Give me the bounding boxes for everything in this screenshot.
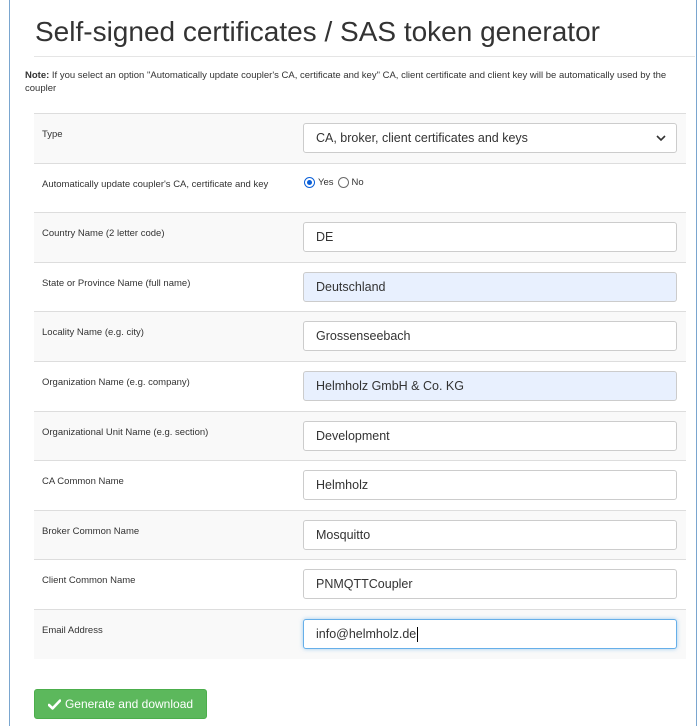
form-row-ca-cn: CA Common Name Helmholz bbox=[34, 460, 686, 510]
email-input-value: info@helmholz.de bbox=[316, 626, 417, 641]
form-row-country: Country Name (2 letter code) DE bbox=[34, 212, 686, 262]
note-label: Note: bbox=[25, 70, 50, 81]
organization-input[interactable]: Helmholz GmbH & Co. KG bbox=[303, 370, 677, 401]
country-label: Country Name (2 letter code) bbox=[42, 228, 165, 240]
generate-and-download-button[interactable]: Generate and download bbox=[34, 689, 207, 719]
locality-label: Locality Name (e.g. city) bbox=[42, 327, 144, 339]
type-select[interactable]: CA, broker, client certificates and keys bbox=[303, 123, 677, 153]
client-common-name-input[interactable]: PNMQTTCoupler bbox=[303, 569, 677, 600]
auto-update-radio-group: Yes No bbox=[304, 176, 364, 188]
form-row-state: State or Province Name (full name) Deuts… bbox=[34, 261, 686, 312]
form-row-organization: Organization Name (e.g. company) Helmhol… bbox=[34, 360, 686, 411]
email-input[interactable]: info@helmholz.de bbox=[303, 618, 677, 649]
note-text: Note: If you select an option "Automatic… bbox=[25, 69, 680, 95]
ca-common-name-input[interactable]: Helmholz bbox=[303, 470, 677, 501]
chevron-down-icon bbox=[656, 135, 666, 142]
auto-update-yes-label[interactable]: Yes bbox=[318, 177, 334, 188]
note-body: If you select an option "Automatically u… bbox=[25, 70, 667, 94]
ca-common-name-label: CA Common Name bbox=[42, 476, 124, 488]
state-label: State or Province Name (full name) bbox=[42, 277, 191, 289]
title-divider bbox=[34, 56, 695, 57]
type-select-value: CA, broker, client certificates and keys bbox=[316, 131, 528, 145]
org-unit-input[interactable]: Development bbox=[303, 420, 677, 451]
client-common-name-label: Client Common Name bbox=[42, 575, 136, 587]
check-icon bbox=[47, 698, 61, 710]
form-row-broker-cn: Broker Common Name Mosquitto bbox=[34, 509, 686, 560]
auto-update-yes-radio[interactable] bbox=[304, 176, 315, 188]
auto-update-no-radio[interactable] bbox=[337, 176, 349, 188]
form-row-org-unit: Organizational Unit Name (e.g. section) … bbox=[34, 410, 686, 461]
broker-common-name-input[interactable]: Mosquitto bbox=[303, 519, 677, 550]
state-input[interactable]: Deutschland bbox=[303, 271, 677, 302]
form-row-type: Type CA, broker, client certificates and… bbox=[34, 113, 686, 163]
certificate-form: Type CA, broker, client certificates and… bbox=[34, 113, 686, 659]
form-row-client-cn: Client Common Name PNMQTTCoupler bbox=[34, 559, 686, 609]
generate-button-label: Generate and download bbox=[64, 697, 194, 711]
auto-update-no-label[interactable]: No bbox=[352, 177, 364, 188]
country-input[interactable]: DE bbox=[303, 222, 677, 253]
form-row-auto-update: Automatically update coupler's CA, certi… bbox=[34, 162, 686, 213]
page-title: Self-signed certificates / SAS token gen… bbox=[35, 16, 600, 47]
org-unit-label: Organizational Unit Name (e.g. section) bbox=[42, 426, 209, 438]
text-cursor bbox=[417, 627, 419, 643]
email-label: Email Address bbox=[42, 624, 103, 636]
locality-input[interactable]: Grossenseebach bbox=[303, 321, 677, 352]
organization-label: Organization Name (e.g. company) bbox=[42, 376, 190, 388]
type-label: Type bbox=[42, 129, 63, 140]
broker-common-name-label: Broker Common Name bbox=[42, 525, 140, 537]
form-row-locality: Locality Name (e.g. city) Grossenseebach bbox=[34, 311, 686, 361]
auto-update-label: Automatically update coupler's CA, certi… bbox=[42, 178, 269, 190]
form-row-email: Email Address info@helmholz.de bbox=[34, 608, 686, 659]
